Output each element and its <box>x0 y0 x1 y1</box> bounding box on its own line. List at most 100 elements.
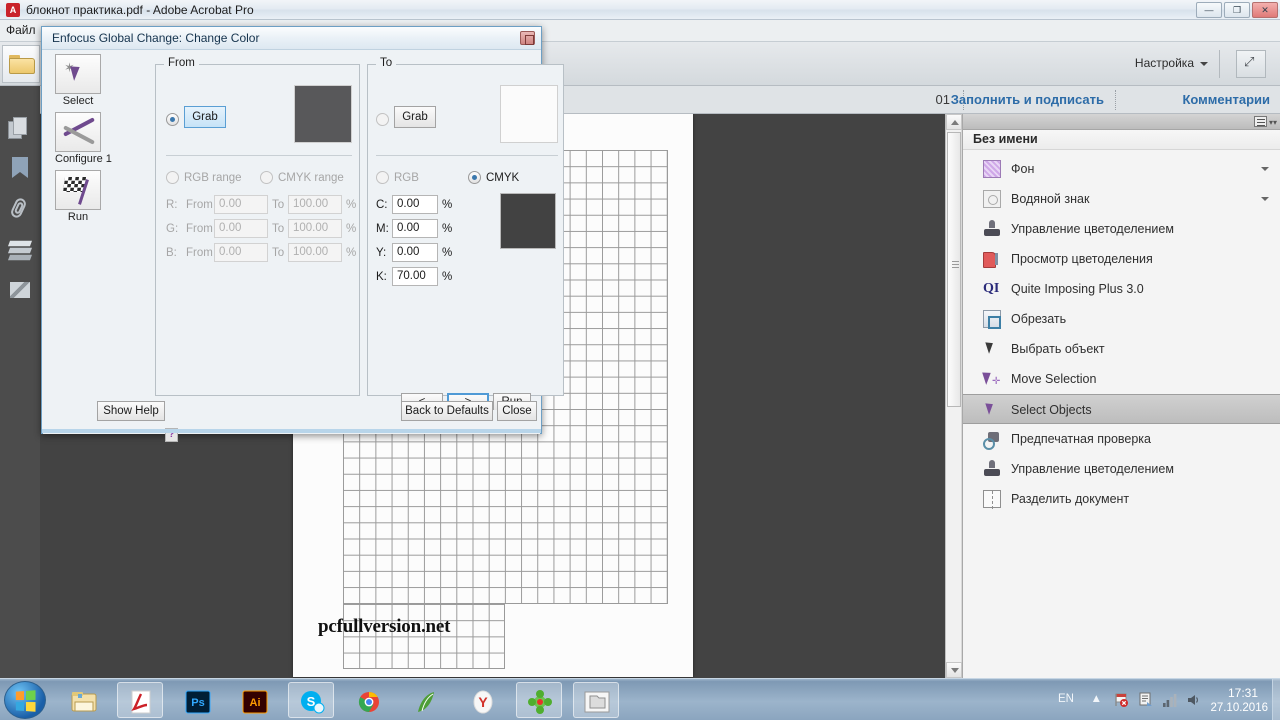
rgb-range-radio[interactable] <box>166 171 179 184</box>
panel-menu-icon[interactable] <box>1254 116 1267 127</box>
tool-item-10[interactable]: Управление цветоделением <box>963 454 1280 484</box>
clock-date[interactable]: 27.10.2016 <box>1210 702 1268 714</box>
to-value-g[interactable]: 100.00 <box>288 219 342 238</box>
to-value-b[interactable]: 100.00 <box>288 243 342 262</box>
maximize-button[interactable]: ❐ <box>1224 2 1250 18</box>
cyan-value[interactable]: 0.00 <box>392 195 438 214</box>
taskbar-item-9[interactable] <box>573 682 619 718</box>
magenta-value[interactable]: 0.00 <box>392 219 438 238</box>
close-dialog-button[interactable]: Close <box>497 401 537 421</box>
taskbar-item-0[interactable] <box>60 682 106 718</box>
chevron-down-icon[interactable] <box>1261 197 1269 201</box>
scrollbar-thumb[interactable] <box>947 132 961 407</box>
toolbar-separator <box>1219 50 1220 78</box>
tool-item-1[interactable]: Водяной знак <box>963 184 1280 214</box>
taskbar-item-2[interactable]: Ps <box>174 682 220 718</box>
separation-preview-icon <box>983 250 1001 268</box>
show-hidden-icons[interactable]: ▲ <box>1091 693 1102 705</box>
from-value-g[interactable]: 0.00 <box>214 219 268 238</box>
language-indicator[interactable]: EN <box>1058 693 1074 705</box>
to-grab-radio[interactable] <box>376 113 389 126</box>
configure-tools-icon[interactable] <box>55 112 101 152</box>
taskbar-item-3[interactable]: Ai <box>231 682 277 718</box>
rgb-label: RGB <box>394 172 419 184</box>
tool-item-5[interactable]: Обрезать <box>963 304 1280 334</box>
tool-item-11[interactable]: Разделить документ <box>963 484 1280 514</box>
page-thumbnails-icon[interactable] <box>8 116 32 140</box>
from-grab-button[interactable]: Grab <box>184 106 226 128</box>
from-grab-radio[interactable] <box>166 113 179 126</box>
yellow-value[interactable]: 0.00 <box>392 243 438 262</box>
volume-icon[interactable] <box>1186 692 1202 708</box>
chevron-down-icon[interactable] <box>1200 62 1208 66</box>
tool-item-2[interactable]: Управление цветоделением <box>963 214 1280 244</box>
tool-item-label: Select Objects <box>1011 403 1092 417</box>
taskbar-item-7[interactable]: Y <box>459 682 505 718</box>
tool-item-6[interactable]: Выбрать объект <box>963 334 1280 364</box>
clock-time[interactable]: 17:31 <box>1228 686 1258 700</box>
customize-toolbar-label[interactable]: Настройка <box>1135 56 1194 70</box>
page-number: 01 <box>935 92 950 107</box>
cmyk-range-radio[interactable] <box>260 171 273 184</box>
viewer-vertical-scrollbar[interactable] <box>945 114 962 678</box>
layers-icon[interactable] <box>7 236 33 261</box>
minimize-button[interactable]: — <box>1196 2 1222 18</box>
cmyk-radio[interactable] <box>468 171 481 184</box>
tool-item-0[interactable]: Фон <box>963 154 1280 184</box>
from-label-g: From <box>186 223 213 235</box>
to-label-g: To <box>272 223 285 235</box>
signatures-icon[interactable] <box>8 278 32 302</box>
wizard-step-run[interactable]: Run <box>55 170 101 223</box>
chevron-down-icon[interactable] <box>1261 167 1269 171</box>
scroll-up-arrow-icon[interactable] <box>946 114 962 130</box>
from-value-b[interactable]: 0.00 <box>214 243 268 262</box>
taskbar-item-6[interactable] <box>402 682 448 718</box>
preflight-icon <box>983 430 1001 450</box>
bookmarks-icon[interactable] <box>8 156 32 180</box>
select-objects-icon <box>983 401 1001 419</box>
to-grab-button[interactable]: Grab <box>394 106 436 128</box>
taskbar-item-8[interactable] <box>516 682 562 718</box>
wizard-step-label: Configure 1 <box>55 153 112 165</box>
select-wand-icon[interactable]: ✶ <box>55 54 101 94</box>
black-value[interactable]: 70.00 <box>392 267 438 286</box>
panel-options-icon[interactable]: ▾▾ <box>1269 118 1277 127</box>
close-icon[interactable] <box>520 31 535 45</box>
network-icon[interactable] <box>1138 692 1154 708</box>
scroll-down-arrow-icon[interactable] <box>946 662 962 678</box>
tool-item-9[interactable]: Предпечатная проверка <box>963 424 1280 454</box>
show-help-button[interactable]: Show Help <box>97 401 165 421</box>
from-value-r[interactable]: 0.00 <box>214 195 268 214</box>
show-desktop-button[interactable] <box>1272 679 1280 720</box>
flag-alert-icon[interactable] <box>1114 692 1130 708</box>
tab-comments[interactable]: Комментарии <box>1182 92 1270 107</box>
attachments-icon[interactable] <box>8 196 32 220</box>
back-to-defaults-button[interactable]: Back to Defaults <box>401 401 493 421</box>
chrome-icon <box>355 690 383 714</box>
open-folder-icon[interactable] <box>2 45 40 83</box>
unit-r: % <box>346 199 357 211</box>
enfocus-global-change-dialog[interactable]: Enfocus Global Change: Change Color ✶ Se… <box>41 26 564 442</box>
close-button[interactable]: ✕ <box>1252 2 1278 18</box>
to-value-r[interactable]: 100.00 <box>288 195 342 214</box>
run-flag-icon[interactable] <box>55 170 101 210</box>
tool-item-7[interactable]: Move Selection <box>963 364 1280 394</box>
to-divider <box>376 155 558 156</box>
windows-start-icon[interactable] <box>4 681 46 719</box>
wizard-step-select[interactable]: ✶ Select <box>55 54 101 107</box>
cmyk-label: CMYK <box>486 172 520 184</box>
tools-panel: ▾▾ Без имени Фон Водяной знак Управление ц… <box>962 114 1280 678</box>
taskbar-item-4[interactable]: S <box>288 682 334 718</box>
tab-fill-and-sign[interactable]: Заполнить и подписать <box>951 92 1104 107</box>
taskbar-item-5[interactable] <box>345 682 391 718</box>
expand-icon[interactable]: ⤢ <box>1236 50 1266 78</box>
tab-separator <box>1115 90 1116 110</box>
rgb-radio[interactable] <box>376 171 389 184</box>
wizard-step-configure[interactable]: Configure 1 <box>55 112 112 165</box>
tool-item-4[interactable]: QI Quite Imposing Plus 3.0 <box>963 274 1280 304</box>
signal-bars-icon[interactable] <box>1162 692 1178 708</box>
menu-item-file[interactable]: Файл <box>6 23 36 37</box>
tool-item-8[interactable]: Select Objects <box>963 394 1280 424</box>
tool-item-3[interactable]: Просмотр цветоделения <box>963 244 1280 274</box>
taskbar-item-1[interactable] <box>117 682 163 718</box>
